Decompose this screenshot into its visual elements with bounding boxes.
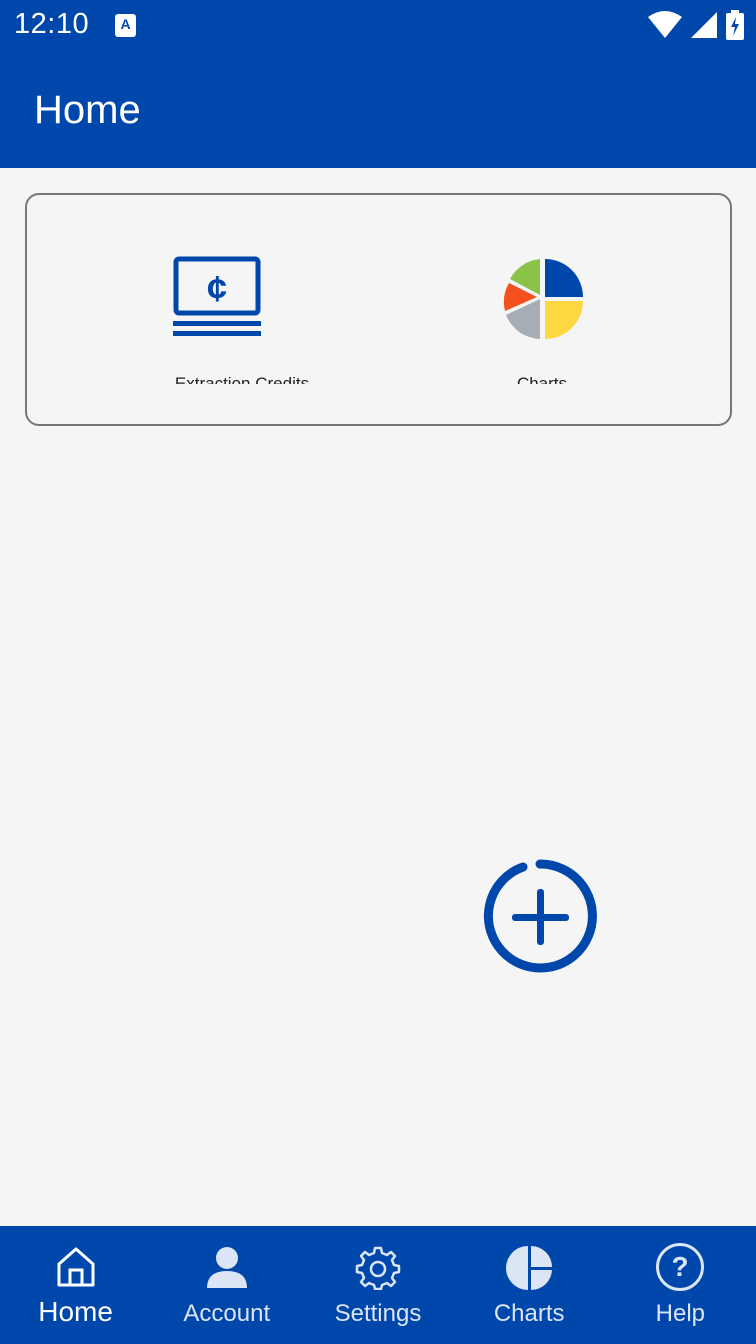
tile-extraction-credits[interactable]: ¢ Extraction Credits	[117, 195, 367, 395]
page-title: Home	[34, 88, 141, 132]
status-bar: 12:10 A	[0, 0, 756, 52]
tile-label-charts: Charts	[516, 374, 568, 384]
nav-label-help: Help	[655, 1300, 706, 1327]
tile-label-credits: Extraction Credits	[174, 374, 310, 384]
nav-item-settings[interactable]: Settings	[302, 1226, 453, 1344]
tiles-card: ¢ Extraction Credits Charts	[25, 193, 732, 426]
status-icons	[648, 10, 744, 40]
status-time: 12:10	[14, 8, 90, 40]
svg-text:?: ?	[672, 1251, 689, 1282]
gear-icon	[355, 1246, 401, 1290]
nav-item-help[interactable]: ? Help	[605, 1226, 756, 1344]
tile-charts[interactable]: Charts	[417, 195, 667, 395]
pie-chart-icon	[506, 1246, 553, 1290]
svg-text:¢: ¢	[207, 268, 227, 309]
app-bar: Home	[0, 52, 756, 168]
bottom-nav: Home Account Settings Charts ? Help	[0, 1226, 756, 1344]
nav-label-charts: Charts	[493, 1300, 565, 1327]
signal-icon	[691, 12, 717, 38]
wifi-icon	[648, 11, 682, 38]
person-icon	[206, 1247, 247, 1288]
battery-charging-icon	[726, 10, 744, 40]
home-icon	[57, 1247, 95, 1287]
nav-item-charts[interactable]: Charts	[454, 1226, 605, 1344]
nav-label-home: Home	[38, 1296, 113, 1327]
nav-label-settings: Settings	[334, 1300, 422, 1327]
nav-item-account[interactable]: Account	[151, 1226, 302, 1344]
credits-icon: ¢	[173, 256, 261, 336]
nav-item-home[interactable]: Home	[0, 1226, 151, 1344]
nav-label-account: Account	[183, 1300, 271, 1327]
help-icon: ?	[656, 1243, 705, 1291]
a-icon: A	[115, 14, 136, 37]
pie-chart-icon	[503, 259, 583, 339]
add-circle-icon[interactable]	[483, 859, 597, 973]
